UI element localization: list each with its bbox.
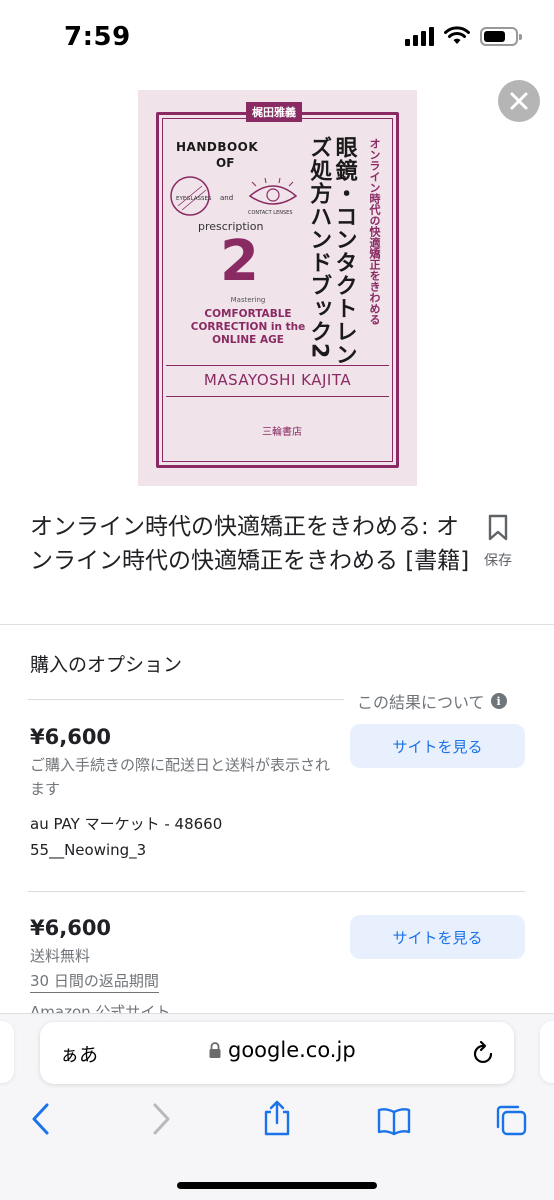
reload-icon[interactable] [472, 1040, 496, 1066]
book-lens-left: EYEGLASSES [176, 196, 212, 202]
view-site-button[interactable]: サイトを見る [350, 915, 525, 959]
page-settings-button[interactable]: ぁあ [60, 1040, 98, 1067]
next-tab-preview[interactable] [540, 1021, 554, 1083]
tabs-icon[interactable] [494, 1103, 528, 1137]
book-jp-title: 眼鏡・コンタクトレンズ処方ハンドブック2 [306, 136, 357, 366]
address-bar[interactable]: ぁあ google.co.jp [40, 1022, 514, 1084]
offer-shipping-note: 送料無料 [30, 947, 91, 965]
glasses-illustration: EYEGLASSES and CONTACT LENSES [170, 176, 298, 216]
book-publisher: 三輪書店 [262, 427, 302, 438]
bookmark-icon [488, 514, 508, 541]
book-en-title-1: HANDBOOK [176, 140, 259, 154]
book-mastering: Mastering [230, 296, 266, 304]
view-site-button[interactable]: サイトを見る [350, 724, 525, 768]
return-policy-link[interactable]: 30 日間の返品期間 [30, 971, 159, 993]
about-label: この結果について [357, 693, 485, 712]
book-lens-and: and [220, 194, 233, 202]
previous-tab-preview[interactable] [0, 1021, 14, 1083]
wifi-icon [444, 26, 470, 44]
battery-icon [480, 26, 522, 46]
close-icon [510, 92, 528, 110]
back-icon[interactable] [30, 1102, 52, 1136]
info-icon: i [490, 693, 507, 709]
book-volume-number: 2 [220, 229, 259, 294]
offer-price: ¥6,600 [30, 725, 112, 749]
home-indicator [177, 1182, 377, 1189]
url-display[interactable]: google.co.jp [208, 1038, 356, 1062]
book-en-subtitle: COMFORTABLE CORRECTION in the ONLINE AGE [190, 308, 306, 347]
status-time: 7:59 [64, 22, 131, 52]
bookmarks-icon[interactable] [376, 1106, 412, 1136]
book-frame-inner [162, 118, 393, 462]
forward-icon[interactable] [150, 1102, 172, 1136]
lock-icon [209, 1042, 221, 1058]
product-title: オンライン時代の快適矯正をきわめる: オンライン時代の快適矯正をきわめる [書籍… [30, 514, 470, 574]
signal-icon [405, 26, 434, 46]
offer-divider [28, 891, 525, 892]
save-button[interactable]: 保存 [478, 514, 518, 570]
heading-divider [28, 699, 344, 700]
save-label: 保存 [484, 553, 512, 569]
offer-seller[interactable]: au PAY マーケット - 4866055__Neowing_3 [30, 811, 230, 863]
status-icons [405, 26, 522, 46]
book-author-tag: 梶田雅義 [246, 102, 302, 122]
offer-shipping-note: ご購入手続きの際に配送日と送料が表示されます [30, 756, 331, 798]
purchase-options-heading: 購入のオプション [30, 654, 183, 676]
about-this-result[interactable]: この結果について i [357, 689, 507, 713]
section-divider [0, 624, 554, 625]
url-text: google.co.jp [228, 1038, 356, 1062]
status-bar: 7:59 [0, 0, 554, 80]
book-en-title-2: OF [216, 156, 235, 170]
offer-price: ¥6,600 [30, 916, 112, 940]
close-button[interactable] [498, 80, 540, 122]
book-lens-right: CONTACT LENSES [248, 210, 293, 216]
book-cover-image[interactable]: 梶田雅義 HANDBOOK OF EYEGLASSES and CONTACT … [138, 90, 417, 486]
share-icon[interactable] [262, 1099, 292, 1137]
book-jp-subtitle: オンライン時代の快適矯正をきわめる [368, 138, 381, 325]
